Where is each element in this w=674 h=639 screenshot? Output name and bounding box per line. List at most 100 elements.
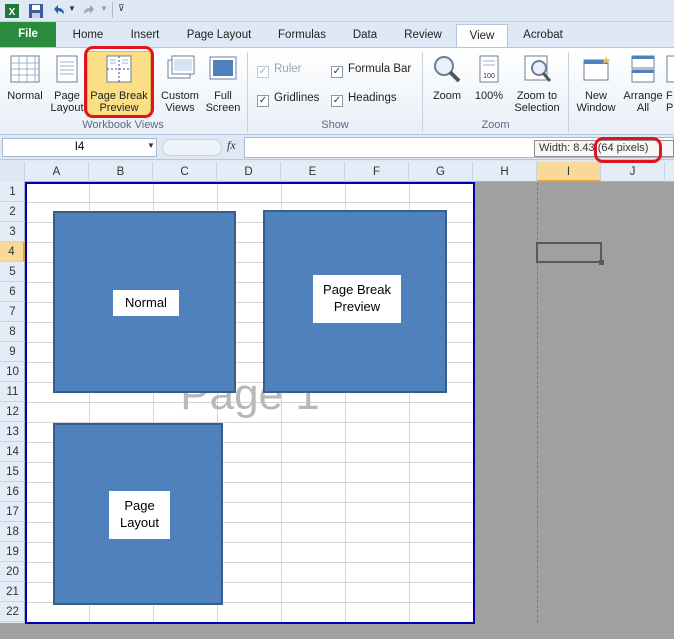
- tab-home[interactable]: Home: [66, 24, 110, 47]
- tab-data[interactable]: Data: [344, 24, 386, 47]
- row-header[interactable]: 11: [0, 382, 25, 402]
- undo-dropdown-icon[interactable]: ▼: [68, 4, 76, 13]
- zoom-button[interactable]: Zoom: [428, 54, 466, 102]
- name-box[interactable]: I4: [2, 138, 157, 157]
- custom-views-button[interactable]: Custom Views: [158, 54, 202, 114]
- gridlines-label: Gridlines: [274, 92, 320, 104]
- undo-icon[interactable]: [50, 3, 66, 19]
- arrange-all-button[interactable]: Arrange All: [621, 54, 665, 114]
- formula-bar: I4 ▼ fx Width: 8.43 (64 pixels): [0, 135, 674, 160]
- column-header[interactable]: H: [473, 162, 537, 182]
- column-header[interactable]: E: [281, 162, 345, 182]
- normal-view-button[interactable]: Normal: [4, 54, 46, 102]
- tab-insert[interactable]: Insert: [120, 24, 170, 47]
- tab-review[interactable]: Review: [396, 24, 450, 47]
- tab-acrobat[interactable]: Acrobat: [514, 24, 572, 47]
- row-header[interactable]: 7: [0, 302, 25, 322]
- active-cell[interactable]: [536, 242, 604, 265]
- show-group-label: Show: [321, 119, 349, 131]
- quick-access-toolbar: X ▼ ▼ ⊽: [0, 0, 674, 22]
- formula-bar-resizer[interactable]: [162, 139, 222, 156]
- new-window-label-1: New: [584, 90, 607, 102]
- redo-dropdown-icon[interactable]: ▼: [100, 4, 108, 13]
- tab-page-layout[interactable]: Page Layout: [180, 24, 258, 47]
- row-header[interactable]: 2: [0, 202, 25, 222]
- full-screen-label-1: Full: [214, 90, 232, 102]
- headings-check-icon: ✓: [331, 95, 343, 107]
- row-header[interactable]: 15: [0, 462, 25, 482]
- row-header[interactable]: 5: [0, 262, 25, 282]
- zoom-to-selection-label-1: Zoom to: [516, 90, 558, 102]
- column-header[interactable]: C: [153, 162, 217, 182]
- excel-icon[interactable]: X: [4, 3, 20, 19]
- name-box-dropdown-icon[interactable]: ▼: [147, 141, 155, 150]
- column-headers: A B C D E F G H I J: [0, 162, 674, 182]
- zoom-to-selection-button[interactable]: Zoom to Selection: [510, 54, 564, 114]
- row-header[interactable]: 14: [0, 442, 25, 462]
- zoom-100-button[interactable]: 100 100%: [470, 54, 508, 102]
- shape-page-break-line-1: Page Break: [323, 282, 391, 297]
- insert-function-icon[interactable]: fx: [227, 138, 236, 153]
- ruler-checkbox[interactable]: ✓ Ruler: [257, 63, 301, 78]
- row-header[interactable]: 16: [0, 482, 25, 502]
- new-window-label-2: Window: [576, 102, 616, 114]
- arrange-all-icon: [631, 55, 655, 83]
- custom-views-icon: [167, 55, 195, 79]
- zoom-label: Zoom: [432, 90, 462, 102]
- gridlines-check-icon: ✓: [257, 95, 269, 107]
- row-header-selected[interactable]: 4: [0, 242, 25, 262]
- freeze-panes-label-2: P: [666, 102, 674, 114]
- tab-view[interactable]: View: [456, 24, 508, 47]
- row-header[interactable]: 22: [0, 602, 25, 622]
- row-header[interactable]: 9: [0, 342, 25, 362]
- row-header[interactable]: 6: [0, 282, 25, 302]
- row-header[interactable]: 8: [0, 322, 25, 342]
- shape-page-layout[interactable]: Page Layout: [53, 423, 223, 605]
- shape-page-break-line-2: Preview: [333, 299, 381, 314]
- select-all-corner[interactable]: [0, 162, 25, 182]
- row-header[interactable]: 20: [0, 562, 25, 582]
- row-header[interactable]: 13: [0, 422, 25, 442]
- shape-page-layout-line-2: Layout: [119, 515, 160, 530]
- row-header[interactable]: 17: [0, 502, 25, 522]
- column-header[interactable]: J: [601, 162, 665, 182]
- zoom-group-label: Zoom: [481, 119, 510, 131]
- column-header[interactable]: G: [409, 162, 473, 182]
- column-header[interactable]: A: [25, 162, 89, 182]
- new-window-button[interactable]: New Window: [574, 54, 618, 114]
- redo-icon[interactable]: [82, 3, 98, 19]
- zoom-100-icon: 100: [479, 55, 499, 83]
- arrange-all-label-2: All: [636, 102, 650, 114]
- column-header[interactable]: D: [217, 162, 281, 182]
- shape-page-break-preview[interactable]: Page Break Preview: [263, 210, 447, 393]
- column-header-selected[interactable]: I: [537, 162, 601, 182]
- tab-file[interactable]: File: [0, 22, 56, 47]
- save-icon[interactable]: [28, 3, 44, 19]
- freeze-panes-button[interactable]: F P: [666, 54, 674, 114]
- shape-page-layout-label: Page Layout: [109, 491, 170, 539]
- page-layout-view-button[interactable]: Page Layout: [48, 54, 86, 114]
- headings-checkbox[interactable]: ✓ Headings: [331, 92, 397, 107]
- row-header[interactable]: 19: [0, 542, 25, 562]
- column-header[interactable]: F: [345, 162, 409, 182]
- full-screen-button[interactable]: Full Screen: [203, 54, 243, 114]
- row-header[interactable]: 21: [0, 582, 25, 602]
- freeze-panes-label-1: F: [666, 90, 673, 102]
- row-header[interactable]: 18: [0, 522, 25, 542]
- tab-formulas[interactable]: Formulas: [270, 24, 334, 47]
- shape-page-layout-line-1: Page: [124, 498, 155, 513]
- row-header[interactable]: 10: [0, 362, 25, 382]
- freeze-panes-icon: [666, 55, 674, 83]
- workbook-views-group-label: Workbook Views: [82, 119, 164, 131]
- row-header[interactable]: 12: [0, 402, 25, 422]
- shape-normal[interactable]: Normal: [53, 211, 236, 393]
- customize-icon[interactable]: ⊽: [118, 3, 125, 14]
- row-header[interactable]: 3: [0, 222, 25, 242]
- row-header[interactable]: 1: [0, 182, 25, 202]
- gridlines-checkbox[interactable]: ✓ Gridlines: [257, 92, 319, 107]
- headings-label: Headings: [348, 92, 397, 104]
- normal-view-icon: [10, 55, 40, 83]
- column-header[interactable]: B: [89, 162, 153, 182]
- formula-bar-checkbox[interactable]: ✓ Formula Bar: [331, 63, 411, 78]
- ruler-check-icon: ✓: [257, 66, 269, 78]
